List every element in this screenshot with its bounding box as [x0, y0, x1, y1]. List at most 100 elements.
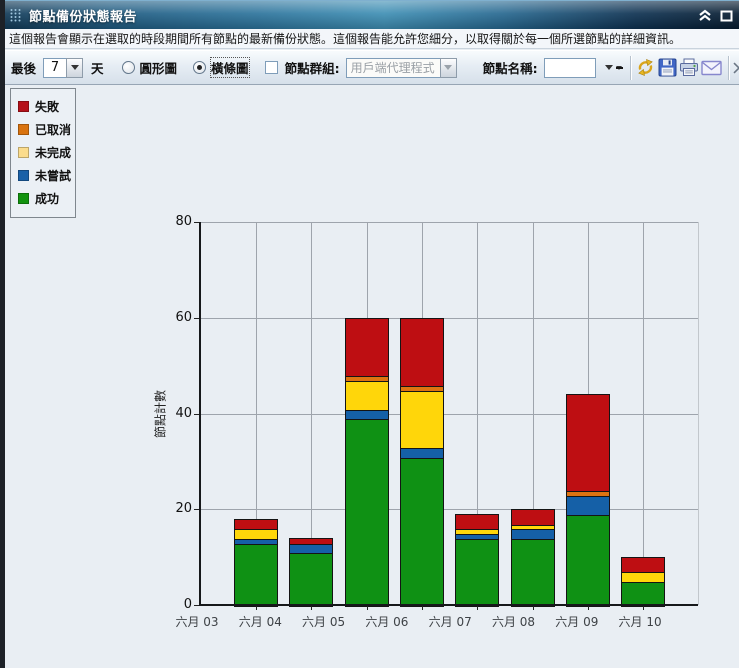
last-label: 最後: [11, 61, 37, 76]
pie-chart-radio[interactable]: [121, 61, 135, 74]
days-dropdown-button[interactable]: [66, 57, 84, 78]
bar-segment-incomplete[interactable]: [622, 572, 665, 583]
restore-icon[interactable]: [720, 10, 733, 22]
bar-segment-success[interactable]: [235, 543, 277, 606]
x-axis-tick: [311, 606, 313, 610]
x-category-label: 六月 10: [618, 615, 662, 629]
legend-item-failed: 失敗: [18, 95, 75, 118]
node-group-checkbox[interactable]: [264, 61, 278, 74]
x-category-label: 六月 09: [555, 615, 599, 629]
x-axis-tick: [366, 606, 368, 610]
bar-六月 08[interactable]: [510, 509, 555, 607]
report-window: 節點備份狀態報告 這個報告會顯示在選取的時段期間所有節點的最新備份狀態。這個報告…: [0, 0, 739, 668]
x-gridline: [643, 222, 645, 605]
print-icon[interactable]: [678, 56, 700, 80]
bar-segment-success[interactable]: [345, 419, 388, 606]
x-axis-tick: [477, 606, 479, 610]
x-category-label: 六月 08: [491, 615, 536, 629]
title-bar: 節點備份狀態報告: [0, 0, 739, 29]
x-axis-tick: [532, 606, 534, 610]
email-icon[interactable]: [700, 56, 722, 80]
x-axis-line: [199, 604, 698, 606]
node-name-label: 節點名稱:: [482, 61, 538, 76]
bar-segment-failed[interactable]: [345, 318, 388, 377]
legend-item-cancelled: 已取消: [18, 118, 75, 141]
bar-六月 04[interactable]: [289, 537, 334, 607]
bar-segment-failed[interactable]: [235, 519, 277, 530]
legend-label-failed: 失敗: [35, 100, 60, 114]
bar-segment-success[interactable]: [566, 515, 609, 606]
x-axis-tick: [643, 606, 645, 610]
bar-segment-incomplete[interactable]: [400, 390, 443, 448]
bar-segment-not-attempted[interactable]: [400, 447, 443, 458]
toolbar-next-group-icon[interactable]: [733, 60, 739, 76]
bar-segment-not-attempted[interactable]: [345, 409, 388, 420]
bar-chart-radio[interactable]: [193, 61, 207, 74]
collapse-icon[interactable]: [698, 9, 712, 22]
bar-segment-failed[interactable]: [566, 395, 609, 492]
bar-segment-failed[interactable]: [400, 318, 443, 386]
refresh-icon[interactable]: [635, 56, 657, 80]
bar-segment-not-attempted[interactable]: [566, 495, 609, 516]
bar-六月 07[interactable]: [455, 514, 500, 607]
legend-item-success: 成功: [18, 187, 75, 210]
bar-chart-radio-label[interactable]: 橫條圖: [210, 57, 250, 78]
node-group-label: 節點群組:: [284, 61, 340, 76]
legend-swatch-not-attempted: [18, 170, 29, 181]
legend-swatch-failed: [18, 101, 29, 112]
legend-swatch-cancelled: [18, 124, 29, 135]
bar-chart: 0 20 40 60 80 六月 03 六月 04 六月 05 六月 06 六月 07 六月 08 六…: [0, 85, 739, 668]
node-group-dropdown-button: [439, 57, 457, 78]
x-category-label: 六月 05: [302, 615, 346, 629]
bar-segment-failed[interactable]: [511, 510, 554, 525]
legend-label-not-attempted: 未嘗試: [35, 169, 72, 183]
bar-六月 03[interactable]: [234, 518, 278, 607]
legend-swatch-incomplete: [18, 147, 29, 158]
toolbar-overflow-icon[interactable]: [613, 57, 626, 79]
x-axis-tick: [587, 606, 589, 610]
pie-chart-radio-label[interactable]: 圓形圖: [140, 58, 178, 77]
y-axis-title: 節點計數: [153, 389, 168, 438]
bar-segment-success[interactable]: [511, 538, 554, 606]
days-value[interactable]: 7: [43, 57, 67, 78]
report-description: 這個報告會顯示在選取的時段期間所有節點的最新備份狀態。這個報告能允許您細分，以取…: [0, 29, 739, 49]
plot-right-border: [698, 222, 699, 605]
x-axis-tick: [256, 606, 257, 610]
legend-label-incomplete: 未完成: [35, 146, 72, 160]
x-category-label: 六月 03: [175, 615, 219, 629]
node-name-input[interactable]: [543, 57, 596, 78]
y-gridline-80: [200, 222, 698, 223]
bar-segment-incomplete[interactable]: [345, 380, 388, 410]
y-gridline-20: [200, 509, 698, 511]
bar-segment-incomplete[interactable]: [235, 529, 277, 539]
bar-六月 05[interactable]: [344, 317, 389, 607]
y-tick-label: 0: [183, 597, 192, 612]
bar-segment-success[interactable]: [456, 538, 499, 606]
y-axis-line: [199, 222, 201, 605]
bar-segment-not-attempted[interactable]: [511, 529, 554, 539]
legend-label-cancelled: 已取消: [35, 123, 72, 137]
bar-六月 09[interactable]: [565, 394, 610, 607]
bar-segment-failed[interactable]: [456, 515, 499, 530]
bar-segment-success[interactable]: [622, 582, 665, 606]
chart-legend: 失敗已取消未完成未嘗試成功: [10, 88, 76, 218]
bar-segment-success[interactable]: [400, 457, 443, 606]
node-name-dropdown-icon[interactable]: [604, 65, 613, 70]
bar-segment-not-attempted[interactable]: [290, 543, 333, 554]
bar-六月 10[interactable]: [621, 557, 666, 607]
days-unit-label: 天: [91, 61, 104, 76]
drag-grip-icon[interactable]: [10, 8, 21, 22]
save-icon[interactable]: [656, 56, 678, 80]
days-combo[interactable]: 7: [43, 57, 84, 78]
toolbar: 最後 7 天 圓形圖 橫條圖 節點群組: 用戶端代理程式 節點名稱:: [0, 50, 739, 85]
bar-segment-failed[interactable]: [622, 558, 665, 573]
y-gridline-40: [200, 413, 698, 415]
legend-item-not-attempted: 未嘗試: [18, 164, 75, 187]
x-category-label: 六月 04: [238, 615, 282, 629]
y-gridline-60: [200, 317, 698, 319]
node-group-value: 用戶端代理程式: [345, 57, 440, 78]
bar-segment-success[interactable]: [290, 553, 333, 606]
window-left-border: [0, 0, 5, 668]
legend-label-success: 成功: [35, 192, 60, 206]
bar-六月 06[interactable]: [399, 317, 444, 607]
